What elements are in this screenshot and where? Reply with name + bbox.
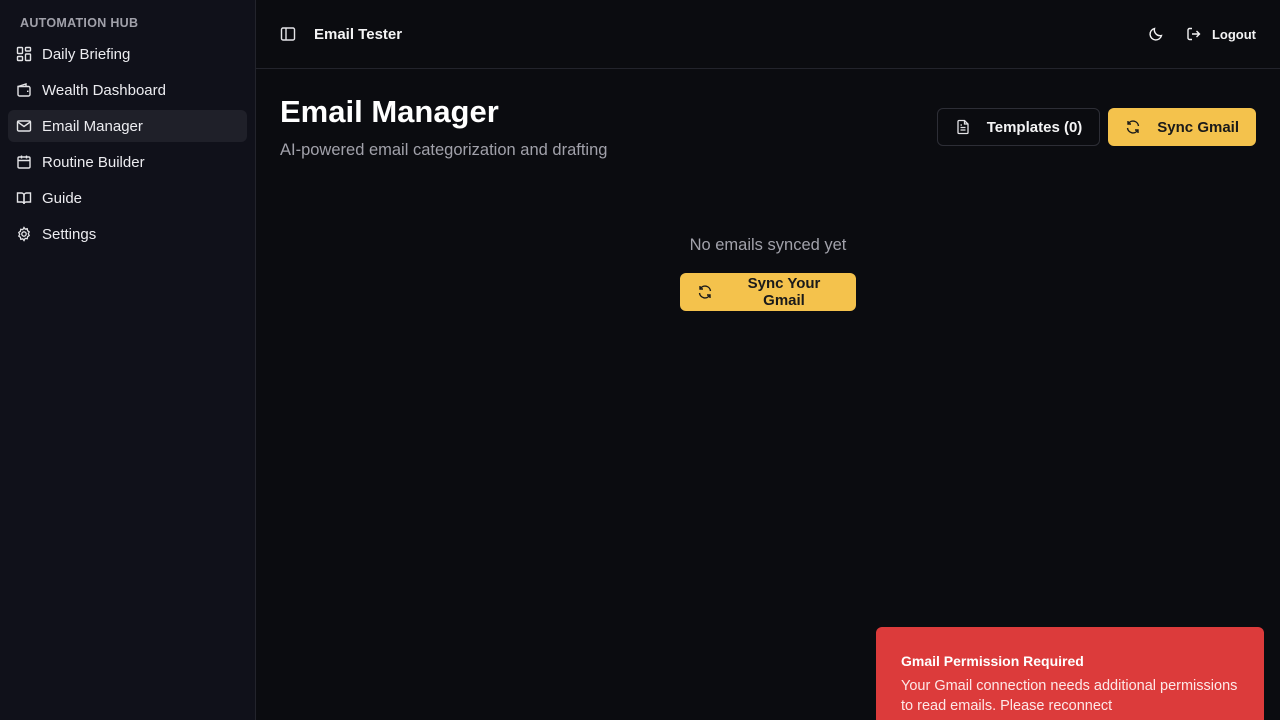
logout-icon [1186, 26, 1202, 42]
error-toast[interactable]: Gmail Permission Required Your Gmail con… [876, 627, 1264, 720]
wallet-icon [16, 82, 32, 98]
logout-label: Logout [1211, 26, 1256, 42]
empty-state-text: No emails synced yet [689, 236, 847, 254]
file-text-icon [955, 119, 971, 135]
page-content: Email Manager AI-powered email categoriz… [256, 69, 1280, 160]
toast-title: Gmail Permission Required [901, 653, 1084, 669]
theme-toggle-button[interactable] [1140, 18, 1172, 50]
mail-icon [16, 118, 32, 134]
sync-gmail-button[interactable]: Sync Gmail [1108, 108, 1256, 146]
sidebar-item-wealth-dashboard[interactable]: Wealth Dashboard [8, 74, 247, 106]
empty-state: No emails synced yet Sync Your Gmail [256, 236, 1280, 311]
app-title: Email Tester [314, 25, 403, 43]
sidebar-nav: Daily Briefing Wealth Dashboard Email Ma… [8, 38, 247, 250]
sidebar-item-label: Wealth Dashboard [42, 81, 166, 99]
calendar-icon [16, 154, 32, 170]
book-open-icon [16, 190, 32, 206]
templates-label: Templates (0) [986, 118, 1083, 136]
toast-body: Your Gmail connection needs additional p… [901, 678, 1238, 714]
sidebar-item-label: Email Manager [42, 117, 143, 135]
gear-icon [16, 226, 32, 242]
topbar: Email Tester Logout [256, 0, 1280, 69]
refresh-icon [1125, 119, 1141, 135]
app-shell: AUTOMATION HUB Daily Briefing Wealth Das… [0, 0, 1280, 720]
templates-button[interactable]: Templates (0) [936, 108, 1101, 146]
sidebar-heading: AUTOMATION HUB [20, 16, 139, 30]
sidebar-item-daily-briefing[interactable]: Daily Briefing [8, 38, 247, 70]
main-area: Email Tester Logout Email Manager AI-pow… [256, 0, 1280, 720]
refresh-icon [697, 284, 713, 300]
logout-button[interactable]: Logout [1186, 26, 1256, 42]
topbar-actions: Logout [1140, 18, 1256, 50]
sidebar-item-label: Settings [42, 225, 97, 243]
sync-your-gmail-button[interactable]: Sync Your Gmail [680, 273, 856, 311]
header-actions: Templates (0) Sync Gmail [936, 108, 1256, 146]
sync-your-gmail-label: Sync Your Gmail [747, 275, 821, 309]
sidebar-item-guide[interactable]: Guide [8, 182, 247, 214]
sidebar-item-email-manager[interactable]: Email Manager [8, 110, 247, 142]
sidebar-item-label: Guide [42, 189, 83, 207]
sidebar-item-label: Routine Builder [42, 153, 145, 171]
sidebar: AUTOMATION HUB Daily Briefing Wealth Das… [0, 0, 256, 720]
sidebar-item-routine-builder[interactable]: Routine Builder [8, 146, 247, 178]
dashboard-grid-icon [16, 46, 32, 62]
sidebar-item-settings[interactable]: Settings [8, 218, 247, 250]
moon-icon [1148, 26, 1164, 42]
sync-gmail-label: Sync Gmail [1157, 118, 1239, 136]
sidebar-item-label: Daily Briefing [42, 45, 131, 63]
sidebar-toggle-icon[interactable] [280, 26, 296, 42]
